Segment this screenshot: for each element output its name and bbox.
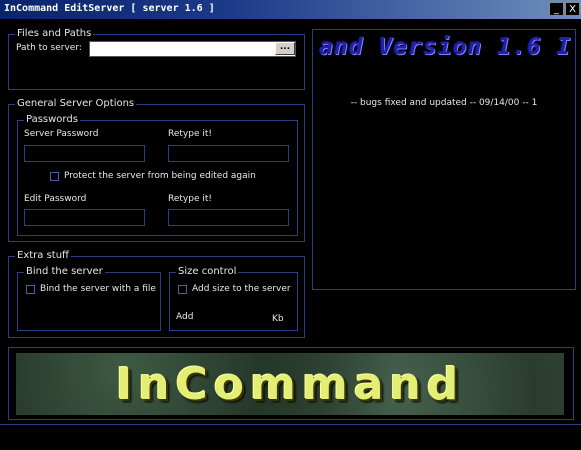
- title-bar[interactable]: InCommand EditServer [ server 1.6 ] _ X: [0, 0, 581, 19]
- version-scroll-text: and Version 1.6 I: [319, 34, 572, 60]
- incommand-logo-image: InCommand: [16, 353, 564, 415]
- edit-password-input[interactable]: [24, 209, 145, 226]
- browse-button[interactable]: ...: [275, 42, 295, 55]
- files-and-paths-group: Files and Paths Path to server: ...: [8, 28, 305, 90]
- bind-server-legend: Bind the server: [24, 266, 105, 278]
- status-bar: [0, 424, 581, 450]
- bind-server-checkbox[interactable]: [26, 285, 35, 294]
- retype-edit-password-input[interactable]: [168, 209, 289, 226]
- incommand-logo-text: InCommand: [115, 359, 465, 410]
- add-size-checkbox[interactable]: [178, 285, 187, 294]
- path-input[interactable]: [89, 41, 296, 57]
- extra-stuff-legend: Extra stuff: [15, 250, 71, 262]
- passwords-legend: Passwords: [24, 114, 80, 126]
- extra-stuff-group: Extra stuff Bind the server Bind the ser…: [8, 250, 305, 338]
- bugs-fixed-text: -- bugs fixed and updated -- 09/14/00 --…: [350, 98, 538, 108]
- retype-server-password-label: Retype it!: [168, 129, 212, 139]
- general-server-options-group: General Server Options Passwords Server …: [8, 98, 305, 242]
- kb-label: Kb: [272, 314, 284, 324]
- general-server-options-legend: General Server Options: [15, 98, 137, 110]
- add-size-label: Add size to the server: [192, 284, 291, 294]
- server-password-input[interactable]: [24, 145, 145, 162]
- server-password-label: Server Password: [24, 129, 99, 139]
- protect-server-checkbox[interactable]: [50, 172, 59, 181]
- window-title: InCommand EditServer [ server 1.6 ]: [4, 3, 215, 14]
- retype-server-password-input[interactable]: [168, 145, 289, 162]
- size-control-legend: Size control: [176, 266, 239, 278]
- add-label: Add: [176, 312, 194, 322]
- bind-server-label: Bind the server with a file: [40, 284, 156, 294]
- incommand-logo-panel: InCommand: [8, 347, 574, 420]
- files-and-paths-legend: Files and Paths: [15, 28, 94, 40]
- path-label: Path to server:: [16, 43, 82, 53]
- size-control-group: Size control Add size to the server Add …: [169, 266, 298, 331]
- passwords-group: Passwords Server Password Retype it! Pro…: [17, 114, 298, 236]
- main-window: Files and Paths Path to server: ... Gene…: [0, 19, 581, 450]
- minimize-button[interactable]: _: [549, 2, 564, 16]
- bind-server-group: Bind the server Bind the server with a f…: [17, 266, 161, 331]
- close-button[interactable]: X: [565, 2, 580, 16]
- version-news-panel: and Version 1.6 I -- bugs fixed and upda…: [312, 29, 576, 290]
- retype-edit-password-label: Retype it!: [168, 194, 212, 204]
- edit-password-label: Edit Password: [24, 194, 87, 204]
- protect-server-label: Protect the server from being edited aga…: [64, 171, 256, 181]
